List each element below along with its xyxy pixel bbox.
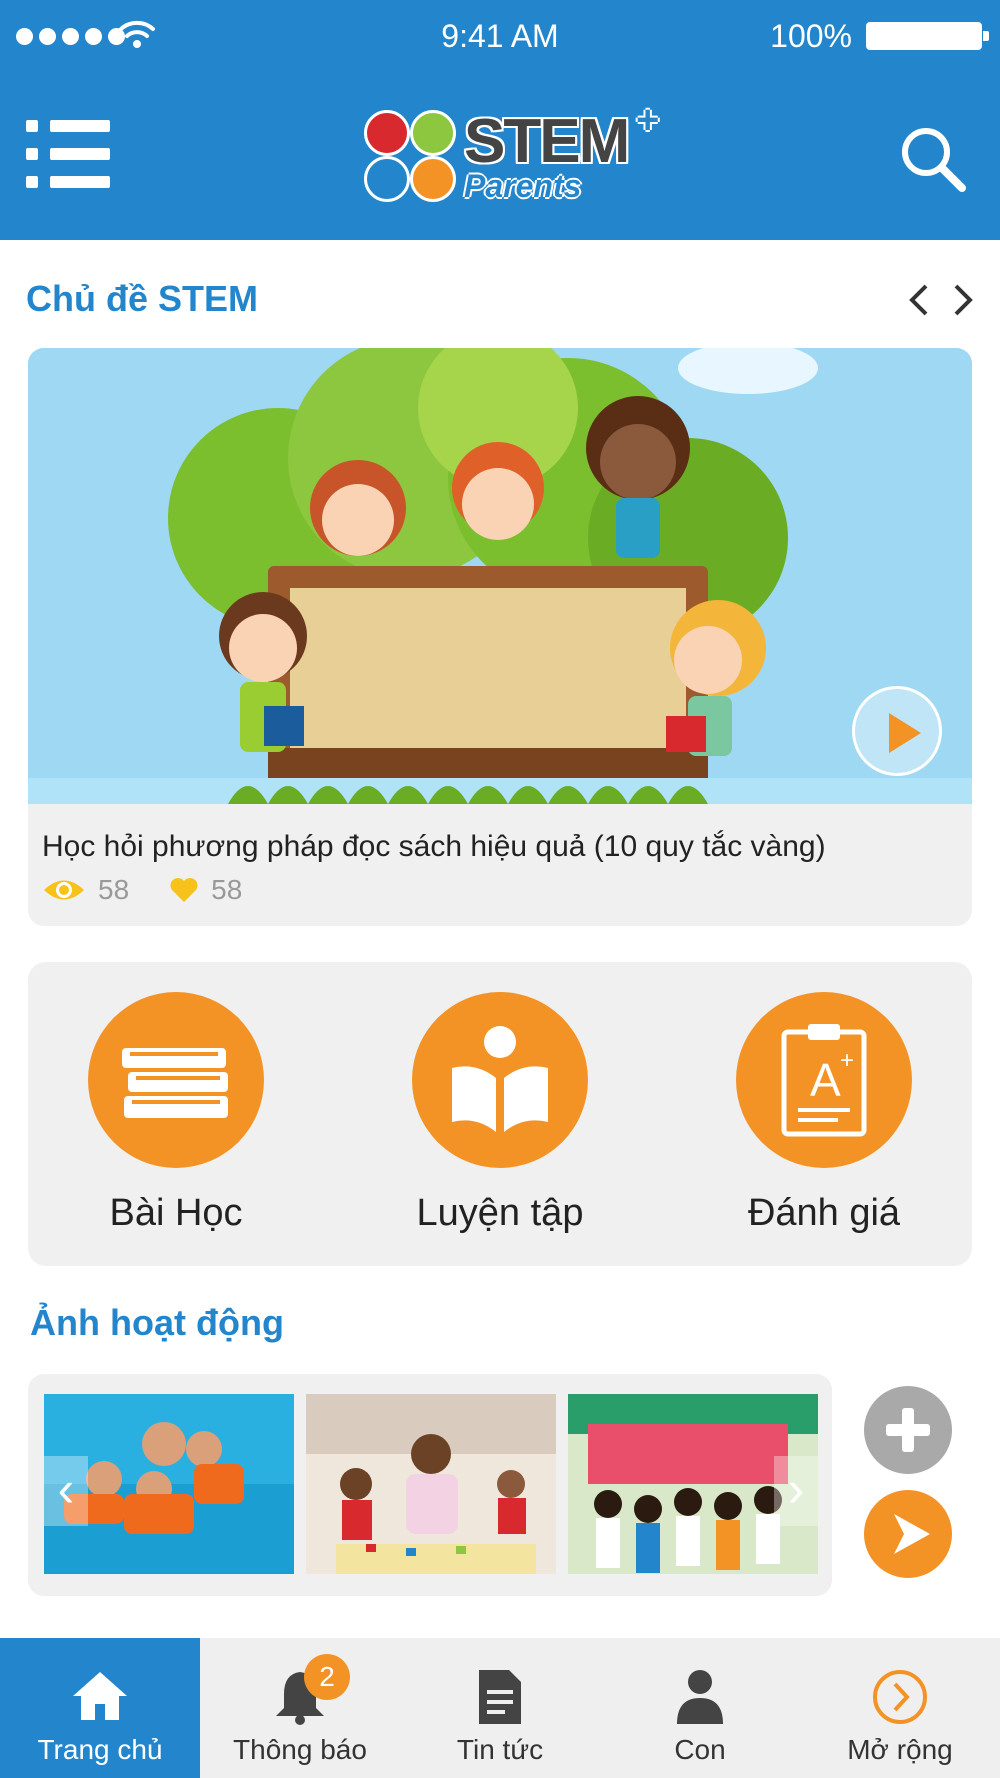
search-icon[interactable] [896,122,968,194]
category-panel: Bài Học Luyện tập A + Đánh giá [28,962,972,1266]
heart-icon [170,878,198,902]
play-button[interactable] [852,686,942,776]
activity-photo-strip: ‹ › [28,1374,832,1596]
activity-photo[interactable] [306,1394,556,1574]
reading-icon [412,992,588,1168]
featured-caption: Học hỏi phương pháp đọc sách hiệu quả (1… [42,830,826,863]
category-practice[interactable]: Luyện tập [370,992,630,1252]
battery-percent: 100% [770,18,852,54]
svg-text:+: + [840,1047,854,1074]
logo-subtext: Parents [464,168,582,204]
category-lessons[interactable]: Bài Học [46,992,306,1252]
app-logo: STEM + Parents [364,98,674,210]
bottom-tab-bar: Trang chủ Thông báo Tin tức Con Mở rộng [0,1638,1000,1778]
tab-more[interactable]: Mở rộng [800,1638,1000,1778]
chevron-right-icon[interactable] [948,280,978,320]
logo-text: STEM [464,107,630,176]
chevron-right-circle-icon [873,1670,927,1724]
category-label: Luyện tập [416,1192,584,1234]
photo-prev-button[interactable]: ‹ [44,1456,88,1526]
category-label: Bài Học [109,1192,243,1234]
tab-news[interactable]: Tin tức [400,1638,600,1778]
featured-stats: 58 58 [42,874,282,906]
books-icon [88,992,264,1168]
svg-text:A: A [810,1054,841,1106]
eye-icon [44,880,84,900]
logo-plus: + [636,98,660,142]
person-icon [677,1670,723,1724]
battery-icon [866,22,989,50]
status-bar: 9:41 AM 100% [0,0,1000,72]
menu-button[interactable] [26,120,110,192]
chevron-left-icon[interactable] [904,280,934,320]
tab-label: Con [674,1734,726,1765]
add-photo-button[interactable] [864,1386,952,1474]
tab-label: Mở rộng [847,1734,953,1765]
section-title-activity: Ảnh hoạt động [30,1302,284,1343]
featured-card[interactable]: Học hỏi phương pháp đọc sách hiệu quả (1… [28,348,972,926]
send-arrow-icon [894,1514,930,1554]
photo-next-button[interactable]: › [774,1456,818,1526]
notification-badge: 2 [304,1654,350,1700]
activity-photo[interactable]: ‹ [44,1394,294,1574]
likes-count: 58 [211,874,243,905]
tab-notifications[interactable]: Thông báo [200,1638,400,1778]
tab-label: Trang chủ [37,1734,163,1765]
views-count: 58 [98,874,130,905]
activity-photo[interactable]: › [568,1394,818,1574]
category-assessment[interactable]: A + Đánh giá [694,992,954,1252]
tab-home[interactable]: Trang chủ [0,1638,200,1778]
category-label: Đánh giá [747,1192,901,1234]
section-title-stem: Chủ đề STEM [26,278,258,319]
app-header: 9:41 AM 100% STEM + Parents [0,0,1000,240]
send-button[interactable] [864,1490,952,1578]
featured-illustration [28,348,972,804]
grade-clipboard-icon: A + [736,992,912,1168]
tab-label: Tin tức [456,1734,544,1765]
tab-children[interactable]: Con [600,1638,800,1778]
news-icon [479,1670,521,1724]
home-icon [73,1672,127,1720]
tab-label: Thông báo [233,1734,367,1765]
carousel-arrows [904,280,980,320]
